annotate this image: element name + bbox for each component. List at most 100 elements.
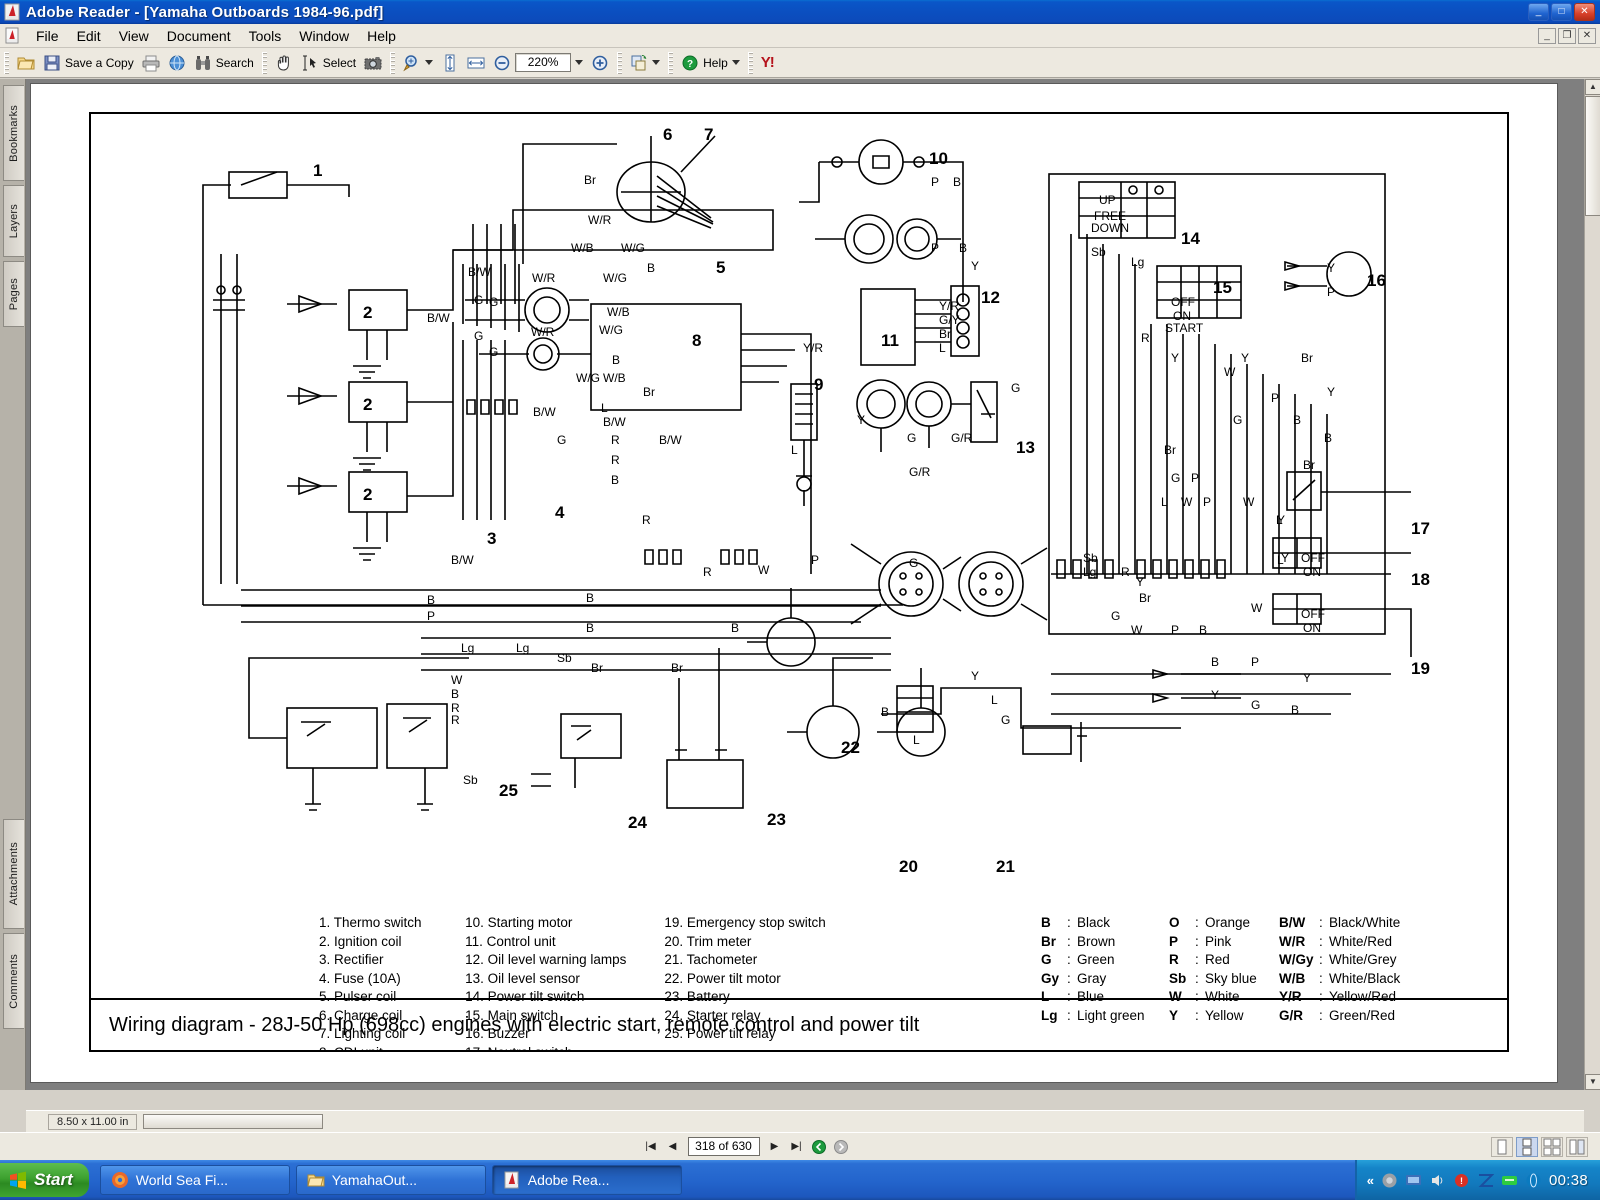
- taskbar-clock[interactable]: 00:38: [1549, 1172, 1588, 1189]
- page-number-input[interactable]: 318 of 630: [687, 1137, 760, 1156]
- sidebar-item-attachments[interactable]: Attachments: [3, 819, 24, 929]
- scroll-up-button[interactable]: ▲: [1585, 79, 1600, 95]
- save-a-copy-button[interactable]: Save a Copy: [39, 51, 138, 75]
- zoom-dropdown-button[interactable]: [571, 51, 587, 75]
- mdi-restore-button[interactable]: ❐: [1558, 27, 1576, 44]
- start-button[interactable]: Start: [0, 1163, 89, 1197]
- previous-view-button[interactable]: [808, 1137, 830, 1157]
- toolbar-grip-3[interactable]: [390, 51, 396, 74]
- fit-page-button[interactable]: [437, 51, 463, 75]
- page-navigation-bar: |◀ ◀ 318 of 630 ▶ ▶|: [0, 1132, 1600, 1160]
- next-view-button[interactable]: [830, 1137, 852, 1157]
- menu-item-help[interactable]: Help: [358, 26, 405, 46]
- menu-item-document[interactable]: Document: [158, 26, 240, 46]
- taskbar-item-firefox[interactable]: World Sea Fi...: [99, 1165, 290, 1195]
- hand-tool-button[interactable]: [271, 51, 297, 75]
- document-icon: [4, 27, 21, 44]
- previous-page-button[interactable]: ◀: [662, 1137, 684, 1157]
- fit-width-button[interactable]: [463, 51, 489, 75]
- maximize-button[interactable]: □: [1551, 3, 1572, 21]
- toolbar-grip-2[interactable]: [261, 51, 267, 74]
- windows-taskbar: Start World Sea Fi... YamahaOut... Adobe…: [0, 1160, 1600, 1200]
- sidebar-item-comments[interactable]: Comments: [3, 933, 24, 1029]
- color-key-sep-1-4: :: [1195, 933, 1199, 949]
- facing-view-button[interactable]: [1566, 1136, 1588, 1157]
- wire-label-p-81: P: [1191, 471, 1200, 485]
- vertical-scrollbar[interactable]: ▲ ▼: [1584, 79, 1600, 1090]
- network-icon[interactable]: [1381, 1172, 1398, 1189]
- zoom-caret-icon[interactable]: [575, 60, 584, 65]
- vertical-scroll-thumb[interactable]: [1585, 96, 1600, 216]
- print-button[interactable]: [138, 51, 164, 75]
- menu-item-file[interactable]: File: [27, 26, 68, 46]
- search-button[interactable]: Search: [190, 51, 258, 75]
- mdi-minimize-button[interactable]: _: [1538, 27, 1556, 44]
- callout-3: 3: [487, 529, 497, 548]
- select-tool-button[interactable]: Select: [297, 51, 360, 75]
- zoom-out-button[interactable]: [489, 51, 515, 75]
- diagram-caption: Wiring diagram - 28J-50 Hp (698cc) engin…: [109, 1014, 920, 1036]
- tray-expand-button[interactable]: «: [1367, 1173, 1374, 1188]
- toolbar-grip[interactable]: [4, 51, 9, 74]
- wire-label-p-84: P: [1203, 495, 1212, 509]
- help-caret-icon[interactable]: [731, 60, 740, 65]
- screen-icon[interactable]: [1525, 1172, 1542, 1189]
- color-key-name-5-2: Light green: [1077, 1007, 1145, 1023]
- zoom-tool-caret[interactable]: [425, 60, 434, 65]
- next-page-button[interactable]: ▶: [764, 1137, 786, 1157]
- horizontal-scroll-thumb[interactable]: [143, 1114, 324, 1129]
- wire-label-y-96: Y: [1277, 513, 1286, 527]
- continuous-facing-view-button[interactable]: [1541, 1136, 1563, 1157]
- layers-tab-label: Layers: [8, 203, 20, 239]
- toolbar-grip-4[interactable]: [617, 51, 623, 74]
- sound-icon[interactable]: [1429, 1172, 1446, 1189]
- monitor-icon[interactable]: [1405, 1172, 1422, 1189]
- color-key-abbr-1-6: W/R: [1279, 933, 1306, 949]
- help-button[interactable]: ? Help: [677, 51, 744, 75]
- color-key-sep-0-7: :: [1319, 915, 1323, 930]
- msn-icon[interactable]: [1501, 1172, 1518, 1189]
- zoom-tool-button[interactable]: [399, 51, 437, 75]
- list-item: 17. Neutral switch: [465, 1044, 573, 1052]
- rotate-caret-icon[interactable]: [652, 60, 661, 65]
- yahoo-toolbar-button[interactable]: Y!: [757, 51, 778, 75]
- mdi-window-controls: _ ❐ ✕: [1538, 27, 1600, 44]
- color-key-sep-5-1: :: [1067, 1007, 1071, 1023]
- first-page-button[interactable]: |◀: [640, 1137, 662, 1157]
- scroll-down-button[interactable]: ▼: [1585, 1074, 1600, 1090]
- menu-item-tools[interactable]: Tools: [240, 26, 291, 46]
- window-title: Adobe Reader - [Yamaha Outboards 1984-96…: [26, 3, 384, 21]
- zoom-in-button[interactable]: [587, 51, 613, 75]
- menu-item-window[interactable]: Window: [290, 26, 358, 46]
- zoom-level-input[interactable]: 220%: [515, 53, 572, 72]
- document-pane[interactable]: 1 2 2 2 3 4 5 6 7 8 9 10 11 12 13 14 15: [26, 79, 1584, 1090]
- taskbar-item-adobe-reader[interactable]: Adobe Rea...: [491, 1165, 682, 1195]
- page-size-label: 8.50 x 11.00 in: [48, 1113, 138, 1130]
- callout-6: 6: [663, 125, 673, 144]
- sidebar-item-bookmarks[interactable]: Bookmarks: [3, 85, 24, 181]
- zonealarm-icon[interactable]: [1477, 1172, 1494, 1189]
- wire-label-g-80: G: [1171, 471, 1181, 485]
- single-page-view-button[interactable]: [1491, 1136, 1513, 1157]
- close-button[interactable]: ✕: [1574, 3, 1595, 21]
- wire-label-start-117: START: [1165, 321, 1204, 335]
- menu-item-view[interactable]: View: [110, 26, 158, 46]
- antivirus-shield-icon[interactable]: !: [1453, 1172, 1470, 1189]
- continuous-view-button[interactable]: [1516, 1136, 1538, 1157]
- single-page-icon: [1497, 1139, 1507, 1154]
- email-button[interactable]: [164, 51, 190, 75]
- page-view-buttons: [1491, 1136, 1600, 1157]
- sidebar-item-layers[interactable]: Layers: [3, 185, 24, 257]
- menu-item-edit[interactable]: Edit: [68, 26, 110, 46]
- toolbar-grip-6[interactable]: [747, 51, 753, 74]
- rotate-page-button[interactable]: [626, 51, 664, 75]
- snapshot-button[interactable]: [360, 51, 386, 75]
- taskbar-item-folder[interactable]: YamahaOut...: [295, 1165, 486, 1195]
- mdi-close-button[interactable]: ✕: [1578, 27, 1596, 44]
- minimize-button[interactable]: _: [1528, 3, 1549, 21]
- last-page-button[interactable]: ▶|: [786, 1137, 808, 1157]
- open-button[interactable]: [13, 51, 39, 75]
- wire-label-br-0: Br: [584, 173, 596, 187]
- toolbar-grip-5[interactable]: [668, 51, 674, 74]
- sidebar-item-pages[interactable]: Pages: [3, 261, 24, 327]
